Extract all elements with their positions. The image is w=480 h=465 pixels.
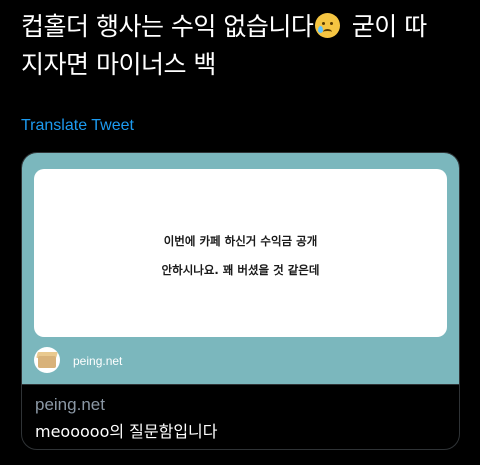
link-preview-card[interactable]: 이번에 카페 하신거 수익금 공개 안하시나요. 꽤 버셨을 것 같은데 pei… xyxy=(21,152,460,450)
question-line-2: 안하시나요. 꽤 버셨을 것 같은데 xyxy=(161,263,320,277)
tweet-text-line-1: 컵홀더 행사는 수익 없습니다 굳이 따 xyxy=(21,8,471,46)
card-media-domain: peing.net xyxy=(73,354,123,368)
translate-tweet-link[interactable]: Translate Tweet xyxy=(21,117,134,135)
tweet-text-part-2: 굳이 따 xyxy=(351,12,427,41)
card-media: 이번에 카페 하신거 수익금 공개 안하시나요. 꽤 버셨을 것 같은데 pei… xyxy=(22,153,459,384)
card-info-title: meooooo의 질문함입니다 xyxy=(35,422,218,441)
face-holding-back-tears-icon xyxy=(315,13,341,38)
box-icon xyxy=(34,347,60,373)
question-line-1: 이번에 카페 하신거 수익금 공개 xyxy=(163,234,318,248)
question-box: 이번에 카페 하신거 수익금 공개 안하시나요. 꽤 버셨을 것 같은데 xyxy=(34,169,447,337)
card-info-domain: peing.net xyxy=(35,395,105,414)
tweet-text: 컵홀더 행사는 수익 없습니다 굳이 따 지자면 마이너스 백 xyxy=(21,8,471,84)
card-info[interactable]: peing.net meooooo의 질문함입니다 xyxy=(22,384,459,449)
question-text: 이번에 카페 하신거 수익금 공개 안하시나요. 꽤 버셨을 것 같은데 xyxy=(34,227,447,285)
tweet-text-part-1: 컵홀더 행사는 수익 없습니다 xyxy=(21,12,314,41)
tweet-text-line-2: 지자면 마이너스 백 xyxy=(21,50,216,79)
